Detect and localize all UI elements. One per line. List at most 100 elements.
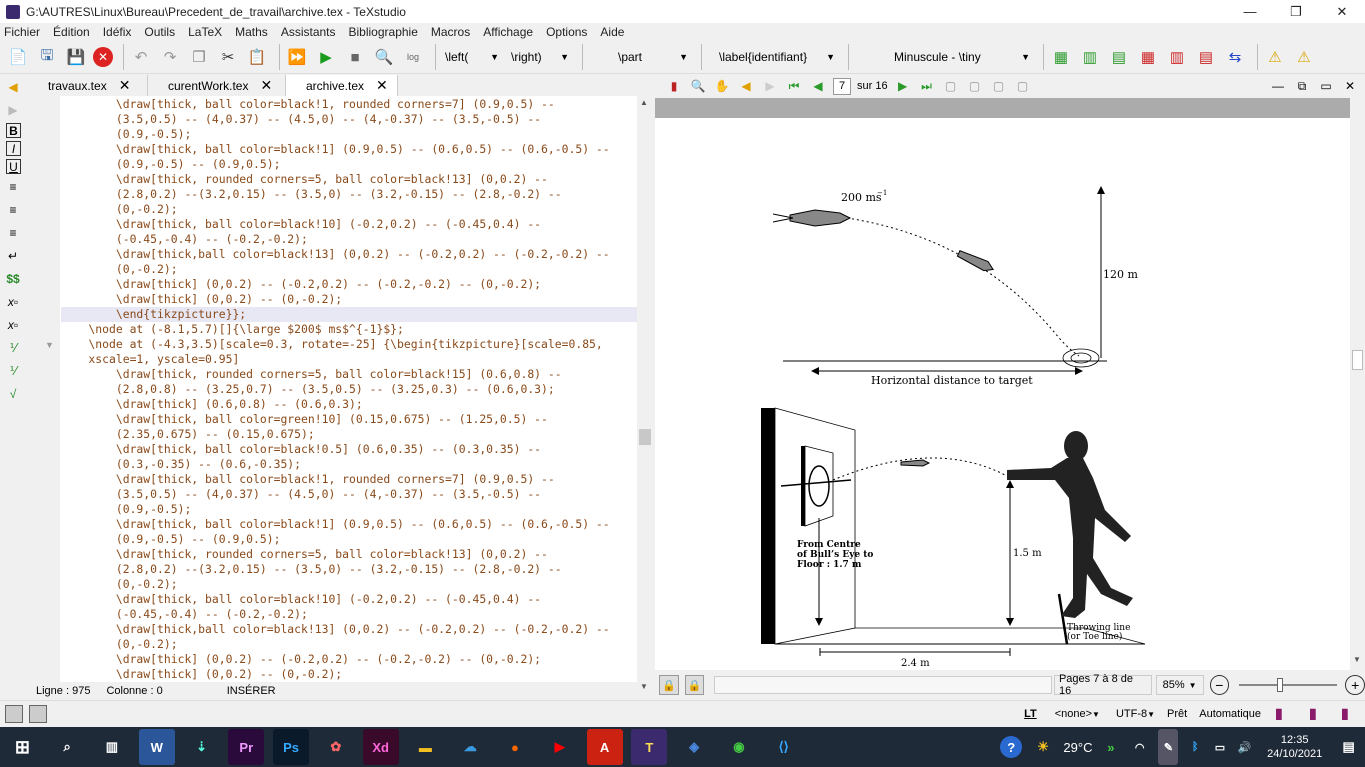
code-line[interactable]: \draw[thick, ball color=black!0.5] (0.6,…	[61, 442, 637, 457]
viewer-maximize-icon[interactable]: ▭	[1317, 77, 1335, 95]
continuous-icon[interactable]: ▢	[942, 77, 960, 95]
bookmark-icon[interactable]: ▮	[1275, 705, 1293, 723]
chrome-icon[interactable]: ◉	[721, 729, 757, 765]
copy-icon[interactable]: ❐	[187, 45, 211, 69]
code-line[interactable]: (3.5,0.5) -- (4,0.37) -- (4.5,0) -- (4,-…	[61, 112, 637, 127]
code-line[interactable]: \draw[thick, ball color=black!1, rounded…	[61, 97, 637, 112]
zoom-slider-handle[interactable]	[1277, 678, 1284, 692]
two-pages-icon[interactable]: ▢	[990, 77, 1008, 95]
bluetooth-icon[interactable]: ᛒ	[1187, 729, 1203, 765]
next-page-icon[interactable]: ▶	[894, 77, 912, 95]
code-line[interactable]: (-0.45,-0.4) -- (-0.2,-0.2);	[61, 607, 637, 622]
scroll-down-icon[interactable]: ▼	[1353, 655, 1361, 664]
label-select[interactable]: \label{identifiant} ▼	[707, 46, 839, 68]
code-line[interactable]: \draw[thick, rounded corners=5, ball col…	[61, 172, 637, 187]
viewer-minimize-icon[interactable]: —	[1269, 77, 1287, 95]
hand-icon[interactable]: ✋	[713, 77, 731, 95]
viewer-scrollbar[interactable]: ▼	[1350, 98, 1365, 670]
fraction-icon[interactable]: ⅟	[3, 338, 23, 358]
photoshop-icon[interactable]: Ps	[273, 729, 310, 765]
clock[interactable]: 12:35 24/10/2021	[1267, 733, 1322, 761]
menu-affichage[interactable]: Affichage	[483, 25, 533, 39]
arrow-right-icon[interactable]: ▶	[3, 100, 23, 120]
code-line[interactable]: (0.9,-0.5);	[61, 502, 637, 517]
onedrive-icon[interactable]: ☁	[452, 729, 488, 765]
code-line[interactable]: (2.35,0.675) -- (0.15,0.675);	[61, 427, 637, 442]
code-line[interactable]: xscale=1, yscale=0.95]	[61, 352, 637, 367]
auto-mode[interactable]: Automatique	[1199, 708, 1261, 720]
code-line[interactable]: (0,-0.2);	[61, 577, 637, 592]
encoding-select[interactable]: UTF-8▼	[1116, 708, 1155, 720]
new-file-icon[interactable]: 📄	[6, 45, 30, 69]
menu-macros[interactable]: Macros	[431, 25, 470, 39]
code-line[interactable]: \draw[thick,ball color=black!13] (0,0.2)…	[61, 622, 637, 637]
warning-icon[interactable]: ⚠	[1263, 45, 1287, 69]
last-page-icon[interactable]: ⏭	[918, 77, 936, 95]
menu-options[interactable]: Options	[546, 25, 587, 39]
font-size-select[interactable]: Minuscule - \tiny ▼	[854, 46, 1034, 68]
undo-icon[interactable]: ↶	[129, 45, 153, 69]
structure-toggle-icon[interactable]	[5, 705, 23, 723]
section-select[interactable]: \part ▼	[588, 46, 692, 68]
code-line[interactable]: \draw[thick, ball color=black!10] (-0.2,…	[61, 592, 637, 607]
zoom-select[interactable]: 85% ▼	[1155, 675, 1204, 695]
close-file-icon[interactable]: ✕	[93, 47, 113, 67]
lock-icon[interactable]: 🔒	[659, 675, 679, 695]
notifications-icon[interactable]: ▤	[1337, 729, 1361, 765]
menu-latex[interactable]: LaTeX	[188, 25, 222, 39]
table-col-icon[interactable]: ▥	[1078, 45, 1102, 69]
arrow-left-icon[interactable]: ◀	[3, 77, 23, 97]
code-line[interactable]: \draw[thick] (0,0.2) -- (0,-0.2);	[61, 292, 637, 307]
acrobat-icon[interactable]: A	[586, 729, 623, 765]
new-line-icon[interactable]: ↵	[3, 246, 23, 266]
menu-maths[interactable]: Maths	[235, 25, 268, 39]
task-view-icon[interactable]: ▥	[94, 729, 130, 765]
editor-scrollbar[interactable]: ▲ ▼	[637, 96, 653, 694]
texstudio-icon[interactable]: T	[631, 729, 668, 765]
code-line[interactable]: \draw[thick] (0,0.2) -- (-0.2,0.2) -- (-…	[61, 652, 637, 667]
code-line[interactable]: \draw[thick] (0.6,0.8) -- (0.6,0.3);	[61, 397, 637, 412]
spelling-select[interactable]: <none>▼	[1051, 708, 1104, 720]
italic-icon[interactable]: I	[6, 141, 21, 156]
back-icon[interactable]: ◀	[737, 77, 755, 95]
zoom-in-icon[interactable]: +	[1345, 675, 1365, 695]
bold-icon[interactable]: B	[6, 123, 21, 138]
close-icon[interactable]: ✕	[260, 77, 272, 94]
wifi-icon[interactable]: ◠	[1130, 729, 1150, 765]
tab-travaux[interactable]: travaux.tex ✕	[28, 75, 148, 96]
scroll-thumb[interactable]	[639, 429, 651, 445]
menu-assistants[interactable]: Assistants	[281, 25, 336, 39]
help-icon[interactable]: ?	[1000, 736, 1023, 758]
page-number-input[interactable]: 7	[833, 77, 851, 95]
math-mode-icon[interactable]: $$	[3, 269, 23, 289]
code-line[interactable]: \end{tikzpicture}};	[61, 307, 637, 322]
log-icon[interactable]: log	[401, 45, 425, 69]
arrows-icon[interactable]: »	[1101, 729, 1121, 765]
align-right-icon[interactable]: ≡	[3, 223, 23, 243]
zoom-out-icon[interactable]: −	[1209, 675, 1230, 695]
superscript-icon[interactable]: x▫	[3, 315, 23, 335]
save-icon[interactable]: 💾	[64, 45, 88, 69]
menu-outils[interactable]: Outils	[144, 25, 175, 39]
underline-icon[interactable]: U	[6, 159, 21, 174]
code-line[interactable]: \draw[thick, rounded corners=5, ball col…	[61, 547, 637, 562]
bookmark-next-icon[interactable]: ▮	[1341, 705, 1359, 723]
close-icon[interactable]: ✕	[119, 77, 131, 94]
dfrac-icon[interactable]: ⅟	[3, 361, 23, 381]
language-tool-icon[interactable]: LT	[1024, 708, 1037, 720]
premiere-icon[interactable]: Pr	[228, 729, 265, 765]
davinci-icon[interactable]: ✿	[318, 729, 354, 765]
table-delete-row-icon[interactable]: ▦	[1136, 45, 1160, 69]
maximize-button[interactable]: ❐	[1273, 0, 1319, 23]
table-delete-col-icon[interactable]: ▥	[1165, 45, 1189, 69]
viewer-restore-icon[interactable]: ⧉	[1293, 77, 1311, 95]
zoom-slider[interactable]	[1239, 678, 1338, 692]
app-arrow-icon[interactable]: ⇣	[184, 729, 220, 765]
forward-icon[interactable]: ▶	[761, 77, 779, 95]
battery-icon[interactable]: ▭	[1212, 729, 1228, 765]
code-line[interactable]: (0.9,-0.5) -- (0.9,0.5);	[61, 157, 637, 172]
code-line[interactable]: (0.9,-0.5);	[61, 127, 637, 142]
code-line[interactable]: (2.8,0.2) --(3.2,0.15) -- (3.5,0) -- (3.…	[61, 187, 637, 202]
first-page-icon[interactable]: ⏮	[785, 77, 803, 95]
word-icon[interactable]: W	[138, 729, 175, 765]
